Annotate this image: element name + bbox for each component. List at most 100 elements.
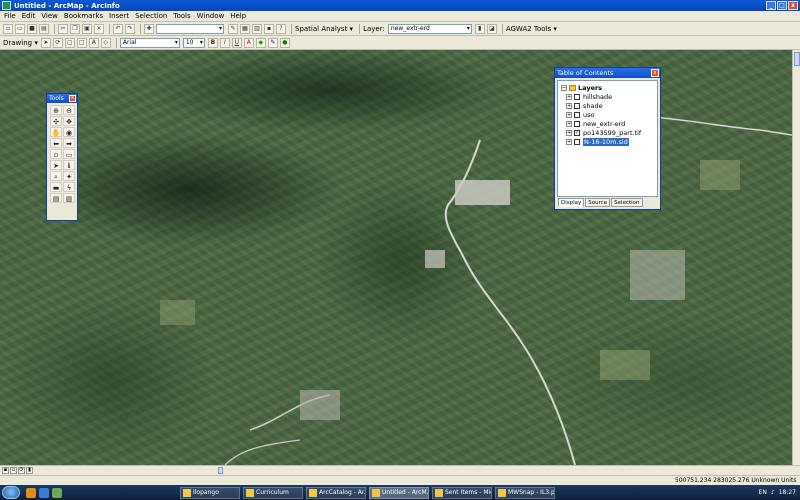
select-elements-icon[interactable]: ➤ — [50, 160, 62, 170]
histogram-icon[interactable]: ▮ — [474, 23, 485, 34]
font-size-select[interactable]: 10 — [182, 37, 205, 48]
expand-icon[interactable]: + — [566, 139, 572, 145]
layer-item[interactable]: + hillshade — [566, 93, 612, 101]
full-extent-icon[interactable]: ◉ — [63, 127, 75, 137]
layer-item[interactable]: + uso — [566, 111, 594, 119]
bold-button[interactable]: B — [207, 37, 218, 48]
spatial-analyst-menu[interactable]: Spatial Analyst ▾ — [295, 25, 353, 33]
rotate-icon[interactable]: ⟳ — [52, 37, 63, 48]
pause-drawing-icon[interactable]: ▮ — [26, 467, 33, 474]
chart-icon[interactable]: ◪ — [486, 23, 497, 34]
help-cursor-icon[interactable]: ? — [276, 23, 286, 34]
expand-icon[interactable]: + — [566, 112, 572, 118]
go-to-xy-icon[interactable]: ✦ — [63, 171, 75, 181]
expand-icon[interactable]: + — [566, 130, 572, 136]
font-name-select[interactable]: Arial — [119, 37, 180, 48]
python-icon[interactable]: ▪ — [264, 23, 274, 34]
start-button[interactable] — [2, 486, 20, 499]
fixed-zoom-out-icon[interactable]: ✥ — [63, 116, 75, 126]
map-display[interactable] — [0, 50, 792, 465]
layer-item[interactable]: + ✓ po143599_part.tif — [566, 129, 641, 137]
horizontal-scroll-thumb[interactable] — [218, 467, 223, 474]
tools-toolbar-title-bar[interactable]: Tools x — [47, 94, 77, 103]
find-icon[interactable]: ⌕ — [50, 171, 62, 181]
collapse-icon[interactable]: − — [561, 85, 567, 91]
zoom-whole-page-icon[interactable]: ▢ — [64, 37, 75, 48]
save-icon[interactable]: ■ — [27, 23, 37, 34]
drawing-menu[interactable]: Drawing ▾ — [3, 39, 38, 47]
vertical-scrollbar[interactable] — [792, 50, 800, 465]
identify-icon[interactable]: ℹ — [63, 160, 75, 170]
zoom-in-icon[interactable]: ⊕ — [50, 105, 62, 115]
tools-close-icon[interactable]: x — [69, 95, 76, 102]
pan-icon[interactable]: ✋ — [50, 127, 62, 137]
select-features-icon[interactable]: ▫ — [50, 149, 62, 159]
taskbar-item[interactable]: Curriculum — [243, 486, 303, 499]
minimize-button[interactable]: _ — [766, 1, 776, 10]
language-indicator[interactable]: EN — [759, 489, 767, 496]
redo-icon[interactable]: ↷ — [125, 23, 135, 34]
layer-visibility-checkbox[interactable] — [574, 112, 580, 118]
line-color-icon[interactable]: ✎ — [267, 37, 278, 48]
menu-file[interactable]: File — [4, 12, 16, 20]
maximize-button[interactable]: □ — [777, 1, 787, 10]
tab-display[interactable]: Display — [558, 198, 585, 207]
ie-icon[interactable] — [39, 487, 49, 498]
taskbar-item[interactable]: Sent Items - Mic... — [432, 486, 492, 499]
menu-window[interactable]: Window — [197, 12, 225, 20]
measure-icon[interactable]: ▬ — [50, 182, 62, 192]
layer-item[interactable]: + shade — [566, 102, 603, 110]
close-button[interactable]: x — [788, 1, 798, 10]
new-document-icon[interactable]: ▫ — [3, 23, 13, 34]
layer-item[interactable]: + N-16-10m.sid — [566, 138, 629, 146]
layer-item[interactable]: + new_extr-erd — [566, 120, 625, 128]
layer-visibility-checkbox[interactable] — [574, 121, 580, 127]
refresh-icon[interactable]: ⟳ — [18, 467, 25, 474]
data-view-icon[interactable]: ▪ — [2, 467, 9, 474]
add-data-icon[interactable]: ✚ — [144, 23, 154, 34]
italic-button[interactable]: I — [219, 37, 230, 48]
menu-bookmarks[interactable]: Bookmarks — [64, 12, 103, 20]
zoom-out-icon[interactable]: ⊖ — [63, 105, 75, 115]
catalog-icon[interactable]: ▥ — [252, 23, 262, 34]
layers-group[interactable]: − Layers — [561, 84, 602, 92]
edit-vertices-icon[interactable]: ◇ — [100, 37, 111, 48]
taskbar-item[interactable]: Ilopango — [180, 486, 240, 499]
clear-selection-icon[interactable]: ▭ — [63, 149, 75, 159]
layer-visibility-checkbox[interactable] — [574, 94, 580, 100]
menu-insert[interactable]: Insert — [109, 12, 129, 20]
undo-icon[interactable]: ↶ — [113, 23, 123, 34]
rectangle-icon[interactable]: □ — [76, 37, 87, 48]
next-extent-icon[interactable]: ➡ — [63, 138, 75, 148]
html-popup-icon[interactable]: ▤ — [50, 193, 62, 203]
clock[interactable]: 18:27 — [779, 489, 796, 496]
firefox-icon[interactable] — [26, 487, 36, 498]
paste-icon[interactable]: ▣ — [82, 23, 92, 34]
layer-select[interactable]: new_extr-erd — [387, 23, 472, 34]
font-color-icon[interactable]: A — [243, 37, 254, 48]
vertical-scroll-thumb[interactable] — [794, 52, 800, 66]
open-folder-icon[interactable]: ▭ — [15, 23, 25, 34]
underline-button[interactable]: U — [231, 37, 242, 48]
taskbar-item[interactable]: MWSnap - IL3.p... — [495, 486, 555, 499]
cut-icon[interactable]: ✂ — [58, 23, 68, 34]
previous-extent-icon[interactable]: ⬅ — [50, 138, 62, 148]
horizontal-scrollbar[interactable]: ▪ ▫ ⟳ ▮ — [0, 465, 800, 475]
layout-view-icon[interactable]: ▫ — [10, 467, 17, 474]
hyperlink-icon[interactable]: ϟ — [63, 182, 75, 192]
select-elements-icon[interactable]: ➤ — [40, 37, 51, 48]
layer-visibility-checkbox[interactable] — [574, 139, 580, 145]
menu-tools[interactable]: Tools — [173, 12, 190, 20]
layer-visibility-checkbox[interactable] — [574, 103, 580, 109]
agwa-tools-menu[interactable]: AGWA2 Tools ▾ — [506, 25, 557, 33]
tab-source[interactable]: Source — [585, 198, 611, 207]
taskbar-item[interactable]: ArcCatalog - Ar... — [306, 486, 366, 499]
expand-icon[interactable]: + — [566, 103, 572, 109]
volume-icon[interactable]: ♪ — [771, 489, 775, 496]
show-desktop-icon[interactable] — [52, 487, 62, 498]
menu-help[interactable]: Help — [230, 12, 246, 20]
expand-icon[interactable]: + — [566, 94, 572, 100]
delete-icon[interactable]: ✕ — [94, 23, 104, 34]
tab-selection[interactable]: Selection — [611, 198, 643, 207]
text-tool-icon[interactable]: A — [88, 37, 99, 48]
